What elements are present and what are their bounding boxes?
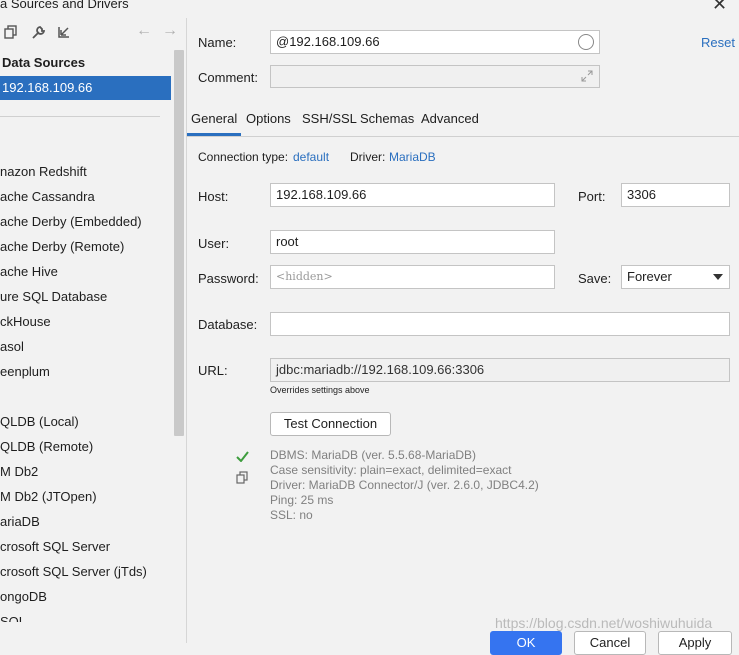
driver-item[interactable]: ongoDB [0,589,47,604]
name-input[interactable]: @192.168.109.66 [270,30,600,54]
reset-link[interactable]: Reset [701,35,735,50]
sidebar-scrollbar[interactable] [174,50,184,436]
driver-item[interactable]: ache Derby (Remote) [0,239,124,254]
driver-item[interactable]: crosoft SQL Server (jTds) [0,564,147,579]
tabs-divider [187,136,739,137]
driver-item[interactable]: ariaDB [0,514,40,529]
driver-label: Driver: [350,150,386,164]
name-label: Name: [198,35,237,50]
url-label: URL: [198,363,228,378]
test-connection-button[interactable]: Test Connection [270,412,391,436]
driver-item[interactable]: ure SQL Database [0,289,107,304]
driver-item[interactable]: ckHouse [0,314,51,329]
driver-item[interactable]: eenplum [0,364,50,379]
port-input[interactable]: 3306 [621,183,730,207]
user-input[interactable]: root [270,230,555,254]
expand-icon[interactable] [581,70,593,82]
driver-link[interactable]: MariaDB [389,150,436,164]
url-hint: Overrides settings above [270,385,370,395]
port-label: Port: [578,189,606,204]
window-title: a Sources and Drivers [0,0,129,11]
cancel-button[interactable]: Cancel [574,631,646,655]
host-input[interactable]: 192.168.109.66 [270,183,555,207]
driver-item[interactable]: ache Derby (Embedded) [0,214,142,229]
test-result-dbms: DBMS: MariaDB (ver. 5.5.68-MariaDB) [270,448,477,462]
ok-button[interactable]: OK [490,631,562,655]
tab-advanced[interactable]: Advanced [421,111,479,126]
save-select-value: Forever [627,269,672,284]
comment-input[interactable] [270,65,600,88]
driver-item[interactable]: QLDB (Remote) [0,439,93,454]
driver-item[interactable]: ache Hive [0,264,58,279]
driver-item[interactable]: ache Cassandra [0,189,95,204]
close-icon[interactable]: ✕ [712,0,727,15]
import-icon[interactable] [57,25,71,39]
driver-item[interactable]: SQL [0,614,26,622]
driver-item[interactable]: asol [0,339,24,354]
password-label: Password: [198,271,259,286]
comment-label: Comment: [198,70,258,85]
test-result-driver: Driver: MariaDB Connector/J (ver. 2.6.0,… [270,478,539,492]
driver-item[interactable]: M Db2 [0,464,38,479]
tab-general[interactable]: General [191,111,237,126]
test-result-ping: Ping: 25 ms [270,493,334,507]
chevron-down-icon [713,274,723,280]
driver-item[interactable]: M Db2 (JTOpen) [0,489,97,504]
apply-button[interactable]: Apply [658,631,732,655]
driver-item[interactable]: QLDB (Local) [0,414,79,429]
user-label: User: [198,236,230,251]
driver-item[interactable]: crosoft SQL Server [0,539,110,554]
tab-schemas[interactable]: Schemas [360,111,414,126]
sidebar-divider [0,116,160,117]
color-circle-icon[interactable] [577,33,595,51]
driver-item[interactable]: nazon Redshift [0,164,87,179]
test-result-ssl: SSL: no [270,508,313,522]
wrench-icon[interactable] [31,25,46,40]
database-label: Database: [198,317,258,332]
connection-type-link[interactable]: default [293,150,329,164]
checkmark-icon [236,451,249,462]
watermark: https://blog.csdn.net/woshiwuhuida [495,615,713,631]
host-label: Host: [198,189,229,204]
back-arrow-icon[interactable]: ← [136,22,152,40]
data-source-selected[interactable]: 192.168.109.66 [0,76,171,100]
save-label: Save: [578,271,612,286]
test-result-case: Case sensitivity: plain=exact, delimited… [270,463,512,477]
connection-type-label: Connection type: [198,150,289,164]
database-input[interactable] [270,312,730,336]
data-sources-header: Data Sources [2,55,86,70]
password-input[interactable]: <hidden> [270,265,555,289]
copy-result-icon[interactable] [236,471,249,484]
forward-arrow-icon[interactable]: → [162,22,178,40]
copy-icon[interactable] [4,25,18,39]
tab-options[interactable]: Options [246,111,291,126]
tab-ssh-ssl[interactable]: SSH/SSL [302,111,357,126]
url-input[interactable]: jdbc:mariadb://192.168.109.66:3306 [270,358,730,382]
